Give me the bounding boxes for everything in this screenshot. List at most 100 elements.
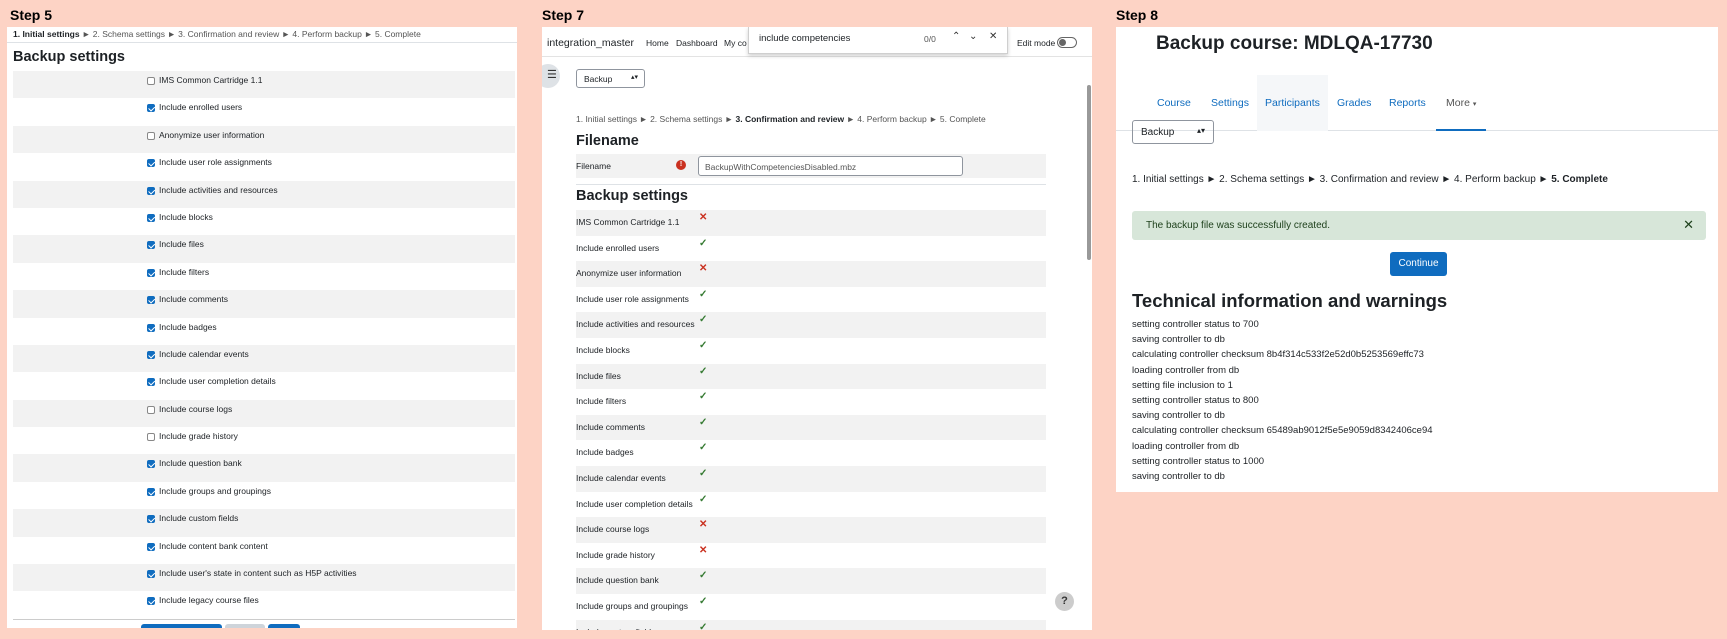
help-button[interactable]: ?	[1055, 592, 1074, 611]
setting-row: Include content bank content	[13, 537, 515, 564]
setting-label[interactable]: Include custom fields	[159, 513, 238, 523]
setting-checkbox[interactable]	[147, 268, 155, 277]
setting-checkbox[interactable]	[147, 460, 155, 469]
setting-review-row: Include activities and resources ✓	[576, 312, 1046, 338]
jump-to-final-step-button[interactable]	[268, 624, 300, 628]
setting-label[interactable]: Include enrolled users	[159, 102, 242, 112]
required-error-icon: !	[676, 160, 686, 170]
setting-label[interactable]: Anonymize user information	[159, 130, 264, 140]
cross-icon: ✕	[699, 263, 708, 275]
setting-label: Include badges	[576, 447, 634, 458]
check-icon: ✓	[699, 416, 708, 428]
setting-label: Include course logs	[576, 524, 650, 535]
check-icon: ✓	[699, 621, 708, 631]
setting-label[interactable]: Include blocks	[159, 212, 213, 222]
divider	[13, 619, 515, 620]
setting-checkbox[interactable]	[147, 104, 155, 113]
log-line: saving controller to db	[1132, 334, 1225, 346]
setting-label[interactable]: Include question bank	[159, 458, 242, 468]
setting-checkbox[interactable]	[147, 213, 155, 222]
cancel-button[interactable]	[225, 624, 265, 628]
edit-mode-toggle[interactable]	[1057, 37, 1077, 48]
tab-grades[interactable]: Grades	[1337, 75, 1371, 131]
setting-label[interactable]: Include filters	[159, 267, 209, 277]
log-line: setting controller status to 800	[1132, 394, 1259, 406]
tab-more[interactable]: More ▾	[1436, 75, 1487, 131]
find-match-count: 0/0	[924, 34, 936, 44]
setting-row: Include groups and groupings	[13, 482, 515, 509]
backup-nav-select[interactable]: Backup ▴▾	[1132, 120, 1214, 144]
chevron-up-icon[interactable]: ⌃	[952, 31, 960, 42]
setting-label[interactable]: Include course logs	[159, 404, 232, 414]
setting-label[interactable]: Include content bank content	[159, 541, 268, 551]
backup-nav-select[interactable]: Backup ▴▾	[576, 69, 645, 88]
setting-checkbox[interactable]	[147, 350, 155, 359]
setting-label[interactable]: Include grade history	[159, 431, 238, 441]
technical-info-heading: Technical information and warnings	[1132, 290, 1448, 311]
check-icon: ✓	[699, 391, 708, 403]
setting-checkbox[interactable]	[147, 515, 155, 524]
scrollbar[interactable]	[1087, 85, 1091, 260]
check-icon: ✓	[699, 339, 708, 351]
setting-label: Include activities and resources	[576, 319, 695, 330]
tab-reports[interactable]: Reports	[1389, 75, 1426, 131]
setting-checkbox[interactable]	[147, 186, 155, 195]
log-line: loading controller from db	[1132, 364, 1240, 376]
find-input[interactable]: include competencies	[759, 33, 850, 44]
setting-row: Include course logs	[13, 399, 515, 428]
continue-button[interactable]: Continue	[1390, 252, 1447, 276]
setting-row: Include comments	[13, 290, 515, 318]
setting-label[interactable]: Include badges	[159, 322, 217, 332]
setting-label: Include enrolled users	[576, 242, 660, 253]
chevron-down-icon[interactable]: ⌄	[969, 31, 977, 42]
setting-label[interactable]: Include files	[159, 239, 204, 249]
breadcrumb-remaining-stages: ► 4. Perform backup ► 5. Complete	[844, 114, 986, 124]
setting-checkbox[interactable]	[147, 378, 155, 387]
tab-settings[interactable]: Settings	[1211, 75, 1249, 131]
backup-settings-heading: Backup settings	[576, 188, 688, 204]
log-line: calculating controller checksum 65489ab9…	[1132, 425, 1433, 437]
setting-label[interactable]: IMS Common Cartridge 1.1	[159, 75, 262, 85]
log-line: loading controller from db	[1132, 440, 1240, 452]
setting-checkbox[interactable]	[147, 597, 155, 606]
nav-my-courses[interactable]: My co	[724, 38, 747, 48]
setting-checkbox[interactable]	[147, 433, 155, 442]
setting-checkbox[interactable]	[147, 159, 155, 168]
filename-input[interactable]: BackupWithCompetenciesDisabled.mbz	[698, 156, 963, 176]
nav-dashboard[interactable]: Dashboard	[676, 38, 718, 48]
setting-checkbox[interactable]	[147, 570, 155, 579]
course-index-drawer-button[interactable]: ☰	[542, 64, 560, 88]
setting-checkbox[interactable]	[147, 77, 155, 85]
setting-checkbox[interactable]	[147, 542, 155, 551]
setting-label[interactable]: Include user completion details	[159, 376, 276, 386]
setting-checkbox[interactable]	[147, 323, 155, 332]
setting-checkbox[interactable]	[147, 131, 155, 140]
site-name[interactable]: integration_master	[547, 37, 634, 49]
setting-label: Include user completion details	[576, 498, 693, 509]
setting-label[interactable]: Include activities and resources	[159, 185, 278, 195]
nav-home[interactable]: Home	[646, 38, 669, 48]
check-icon: ✓	[699, 595, 708, 607]
tab-participants[interactable]: Participants	[1257, 75, 1328, 131]
next-button[interactable]	[141, 624, 222, 628]
find-in-page-bar: include competencies 0/0 ⌃ ⌄ ✕	[748, 27, 1008, 54]
setting-checkbox[interactable]	[147, 241, 155, 250]
setting-label[interactable]: Include calendar events	[159, 349, 249, 359]
setting-row: Anonymize user information	[13, 125, 515, 154]
setting-label[interactable]: Include legacy course files	[159, 595, 259, 605]
breadcrumb-remaining-stages: ► 2. Schema settings ► 3. Confirmation a…	[79, 29, 421, 39]
setting-row: Include badges	[13, 318, 515, 345]
close-icon[interactable]: ✕	[989, 31, 997, 42]
setting-label[interactable]: Include user role assignments	[159, 157, 272, 167]
close-icon[interactable]: ✕	[1683, 217, 1694, 233]
cross-icon: ✕	[699, 212, 708, 223]
setting-label[interactable]: Include groups and groupings	[159, 486, 271, 496]
select-value: Backup	[584, 74, 613, 84]
setting-checkbox[interactable]	[147, 487, 155, 496]
setting-label[interactable]: Include user's state in content such as …	[159, 568, 357, 578]
setting-checkbox[interactable]	[147, 405, 155, 414]
select-value: Backup	[1141, 127, 1175, 138]
setting-label[interactable]: Include comments	[159, 294, 228, 304]
setting-label: Include calendar events	[576, 472, 666, 483]
setting-checkbox[interactable]	[147, 296, 155, 305]
